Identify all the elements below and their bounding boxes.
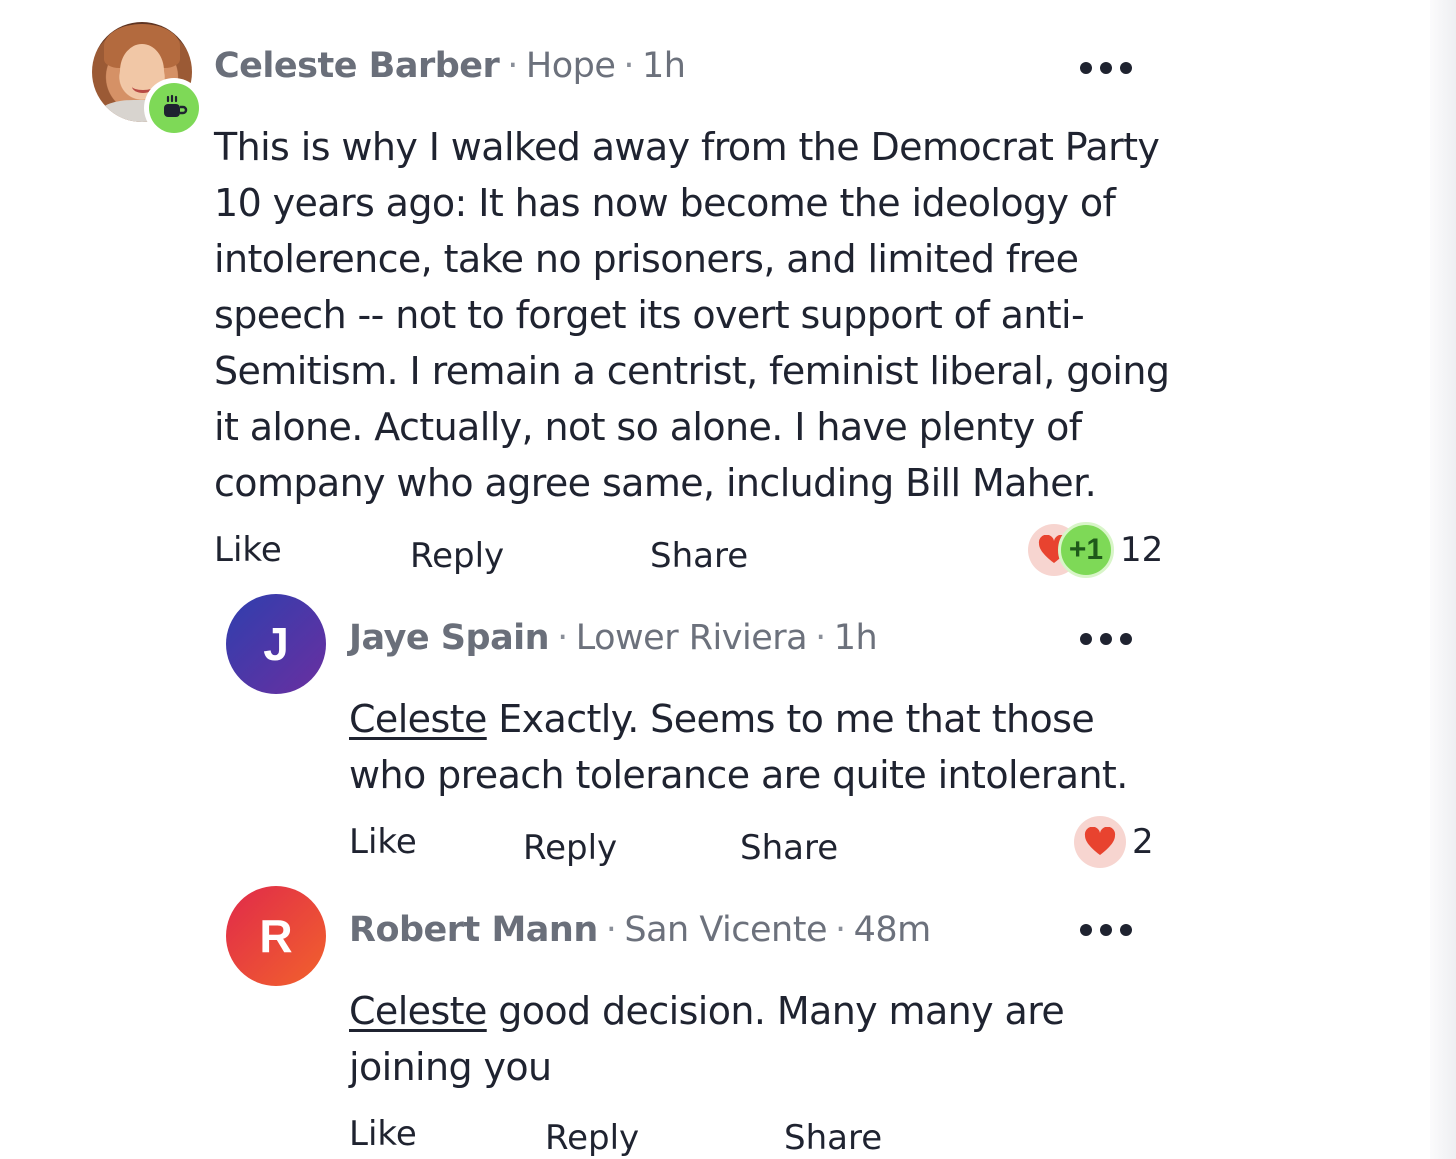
reactions-summary[interactable]: 2: [1074, 816, 1154, 868]
like-button[interactable]: Like: [349, 1114, 417, 1154]
comment-line: joining you: [349, 1045, 552, 1089]
reaction-count: 2: [1132, 822, 1154, 862]
author-name[interactable]: Robert Mann: [349, 910, 598, 950]
comment-line: intolerence, take no prisoners, and limi…: [214, 237, 1079, 281]
share-button[interactable]: Share: [740, 828, 838, 868]
share-button[interactable]: Share: [784, 1118, 882, 1158]
comment-line: who preach tolerance are quite intoleran…: [349, 753, 1128, 797]
comment-meta: Jaye Spain · Lower Riviera · 1h: [349, 618, 878, 658]
share-button[interactable]: Share: [650, 536, 748, 576]
comment-text: This is why I walked away from the Democ…: [214, 119, 1170, 511]
avatar[interactable]: R: [226, 886, 326, 986]
comment-line: speech -- not to forget its overt suppor…: [214, 293, 1085, 337]
author-name[interactable]: Celeste Barber: [214, 46, 500, 86]
comment-line: Semitism. I remain a centrist, feminist …: [214, 349, 1170, 393]
comment-line: it alone. Actually, not so alone. I have…: [214, 405, 1082, 449]
avatar[interactable]: J: [226, 594, 326, 694]
more-options-icon[interactable]: [1080, 631, 1132, 647]
separator: ·: [815, 618, 826, 658]
timestamp[interactable]: 48m: [854, 910, 932, 950]
reply-button[interactable]: Reply: [410, 536, 504, 576]
reply-button[interactable]: Reply: [545, 1118, 639, 1158]
separator: ·: [507, 46, 518, 86]
coffee-cup-icon: [149, 83, 199, 133]
comment-meta: Robert Mann · San Vicente · 48m: [349, 910, 931, 950]
separator: ·: [605, 910, 617, 950]
comment-text: Celeste good decision. Many many are joi…: [349, 983, 1065, 1095]
supporter-badge: [144, 78, 204, 138]
timestamp[interactable]: 1h: [642, 46, 686, 86]
more-options-icon[interactable]: [1080, 60, 1132, 76]
timestamp[interactable]: 1h: [834, 618, 878, 658]
plus-one-badge: +1: [1058, 522, 1114, 578]
comment-text: Celeste Exactly. Seems to me that those …: [349, 691, 1128, 803]
like-button[interactable]: Like: [349, 822, 417, 862]
author-location: Hope: [525, 46, 616, 86]
mention-link[interactable]: Celeste: [349, 989, 487, 1033]
comment-line: good decision. Many many are: [486, 989, 1065, 1033]
mention-link[interactable]: Celeste: [349, 697, 487, 741]
separator: ·: [834, 910, 846, 950]
separator: ·: [623, 46, 635, 86]
heart-icon: [1074, 816, 1126, 868]
like-button[interactable]: Like: [214, 530, 282, 570]
author-name[interactable]: Jaye Spain: [349, 618, 550, 658]
reactions-summary[interactable]: +1 12: [1028, 522, 1163, 578]
reply-button[interactable]: Reply: [523, 828, 617, 868]
comment-line: This is why I walked away from the Democ…: [214, 125, 1160, 169]
author-location: Lower Riviera: [575, 618, 808, 658]
comments-page: Celeste Barber · Hope · 1h This is why I wal…: [0, 0, 1456, 1159]
comment-meta: Celeste Barber · Hope · 1h: [214, 46, 686, 86]
separator: ·: [557, 618, 568, 658]
reaction-count: 12: [1120, 530, 1164, 570]
author-location: San Vicente: [624, 910, 827, 950]
comment-line: Exactly. Seems to me that those: [486, 697, 1095, 741]
more-options-icon[interactable]: [1080, 922, 1132, 938]
comment-line: company who agree same, including Bill M…: [214, 461, 1097, 505]
scrollbar-track[interactable]: [1430, 0, 1456, 1159]
comment-line: 10 years ago: It has now become the ideo…: [214, 181, 1116, 225]
